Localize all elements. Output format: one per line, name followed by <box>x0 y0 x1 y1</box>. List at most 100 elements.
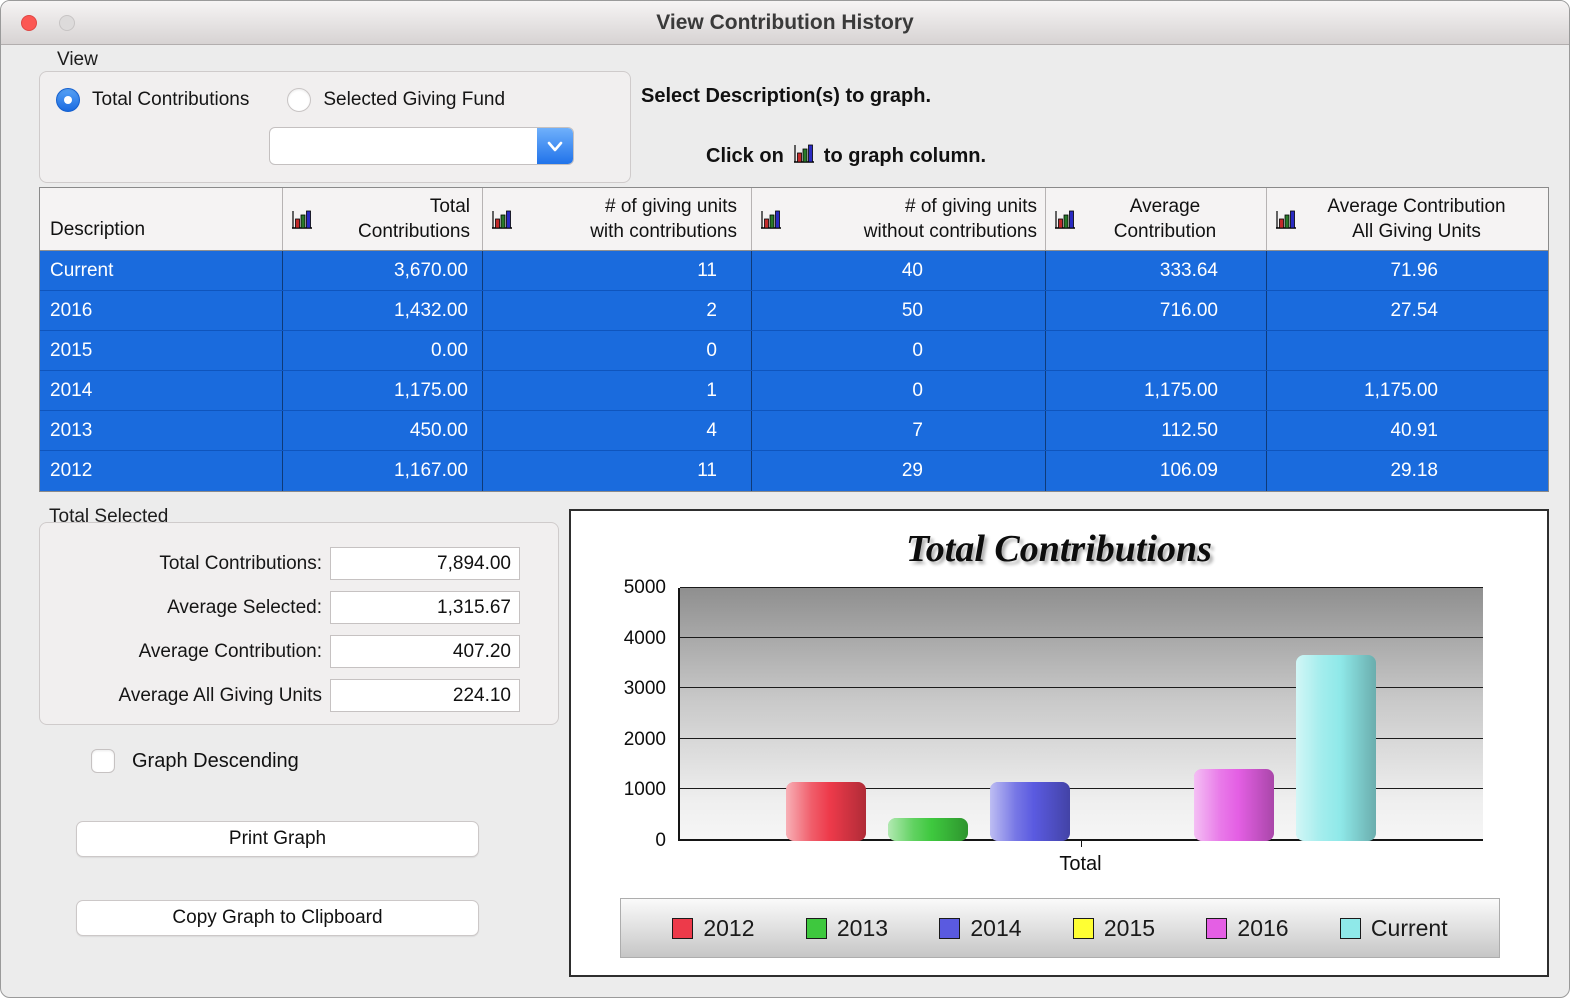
table-row[interactable]: 20121,167.001129106.0929.18 <box>40 451 1548 491</box>
table-row[interactable]: 20161,432.00250716.0027.54 <box>40 291 1548 331</box>
table-header-row: DescriptionTotalContributions# of giving… <box>40 188 1548 251</box>
column-header: Average ContributionAll Giving Units <box>1266 188 1548 250</box>
cell-total: 0.00 <box>282 331 482 370</box>
bar-shine <box>1194 769 1274 841</box>
legend-swatch <box>1073 918 1094 939</box>
bar-shine <box>888 818 968 841</box>
legend-item-2016: 2016 <box>1206 915 1288 942</box>
window-title: View Contribution History <box>1 1 1569 45</box>
cell-description: 2015 <box>40 331 282 370</box>
cell-total: 1,167.00 <box>282 451 482 491</box>
table-row[interactable]: 20141,175.00101,175.001,175.00 <box>40 371 1548 411</box>
bar-current <box>1296 655 1376 841</box>
print-graph-button[interactable]: Print Graph <box>76 821 479 857</box>
legend-label: 2016 <box>1237 915 1288 942</box>
cell-with_units: 1 <box>482 371 751 410</box>
radio-total-contributions[interactable] <box>56 88 80 112</box>
cell-without_units: 0 <box>751 371 1045 410</box>
cell-avg_all: 40.91 <box>1266 411 1548 450</box>
graph-column-icon[interactable] <box>1053 207 1077 231</box>
cell-avg <box>1045 331 1266 370</box>
totals-field-row: Total Contributions:7,894.00 <box>40 547 558 580</box>
view-group-caption: View <box>57 49 98 71</box>
radio-selected-giving-fund-label: Selected Giving Fund <box>323 89 505 111</box>
graph-column-icon[interactable] <box>1274 207 1298 231</box>
cell-description: 2013 <box>40 411 282 450</box>
legend-item-2012: 2012 <box>672 915 754 942</box>
graph-descending-label: Graph Descending <box>132 750 299 773</box>
column-header-label: # of giving unitswithout contributions <box>752 194 1045 244</box>
view-radio-row: Total Contributions Selected Giving Fund <box>56 88 531 112</box>
cell-avg_all: 29.18 <box>1266 451 1548 491</box>
chevron-down-icon[interactable] <box>537 128 573 164</box>
legend-swatch <box>672 918 693 939</box>
select-descriptions-instruction: Select Description(s) to graph. <box>641 85 931 108</box>
cell-total: 1,432.00 <box>282 291 482 330</box>
chart-legend: 2012 2013 2014 2015 2016 Current <box>620 898 1500 958</box>
totals-group: Total Contributions:7,894.00 Average Sele… <box>39 522 559 725</box>
column-header-label: # of giving unitswith contributions <box>483 194 751 244</box>
legend-item-current: Current <box>1340 915 1448 942</box>
totals-field-label: Average Selected: <box>40 597 330 619</box>
totals-field-label: Average All Giving Units <box>40 685 330 707</box>
y-tick-label: 4000 <box>624 628 666 650</box>
graph-column-icon[interactable] <box>759 207 783 231</box>
cell-avg: 112.50 <box>1045 411 1266 450</box>
totals-field-value: 224.10 <box>330 679 520 712</box>
totals-field-row: Average Selected:1,315.67 <box>40 591 558 624</box>
cell-description: 2014 <box>40 371 282 410</box>
table-row[interactable]: 20150.0000 <box>40 331 1548 371</box>
cell-avg: 716.00 <box>1045 291 1266 330</box>
cell-description: Current <box>40 251 282 290</box>
legend-item-2015: 2015 <box>1073 915 1155 942</box>
bar-2012 <box>786 782 866 841</box>
legend-label: 2014 <box>970 915 1021 942</box>
graph-column-icon[interactable] <box>490 207 514 231</box>
giving-fund-dropdown[interactable] <box>269 127 574 165</box>
cell-with_units: 4 <box>482 411 751 450</box>
bar-shine <box>786 782 866 841</box>
cell-avg_all <box>1266 331 1548 370</box>
column-header: # of giving unitswith contributions <box>482 188 751 250</box>
cell-avg_all: 71.96 <box>1266 251 1548 290</box>
radio-total-contributions-label: Total Contributions <box>92 89 249 111</box>
column-header-label: Average ContributionAll Giving Units <box>1267 194 1548 244</box>
y-tick-label: 2000 <box>624 729 666 751</box>
graph-column-icon <box>792 141 816 171</box>
table-row[interactable]: 2013450.0047112.5040.91 <box>40 411 1548 451</box>
cell-avg_all: 27.54 <box>1266 291 1548 330</box>
legend-label: 2012 <box>703 915 754 942</box>
plot-wrap: Total 010002000300040005000 <box>678 588 1483 841</box>
cell-with_units: 11 <box>482 251 751 290</box>
legend-swatch <box>939 918 960 939</box>
legend-label: 2013 <box>837 915 888 942</box>
column-header: # of giving unitswithout contributions <box>751 188 1045 250</box>
y-tick-label: 5000 <box>624 577 666 599</box>
cell-avg: 333.64 <box>1045 251 1266 290</box>
click-to-graph-instruction: Click on to graph column. <box>706 141 986 171</box>
radio-selected-giving-fund[interactable] <box>287 88 311 112</box>
column-header-label: AverageContribution <box>1046 194 1266 244</box>
bars <box>786 588 1376 841</box>
copy-graph-to-clipboard-button[interactable]: Copy Graph to Clipboard <box>76 900 479 936</box>
view-contribution-history-window: View Contribution History View Total Con… <box>0 0 1570 998</box>
column-header: TotalContributions <box>282 188 482 250</box>
y-tick-label: 0 <box>655 830 666 852</box>
cell-without_units: 0 <box>751 331 1045 370</box>
title-bar: View Contribution History <box>1 1 1569 45</box>
y-tick-label: 3000 <box>624 678 666 700</box>
totals-field-label: Total Contributions: <box>40 553 330 575</box>
bar-shine <box>990 782 1070 841</box>
totals-field-value: 1,315.67 <box>330 591 520 624</box>
cell-without_units: 29 <box>751 451 1045 491</box>
graph-column-icon[interactable] <box>290 207 314 231</box>
cell-avg: 106.09 <box>1045 451 1266 491</box>
column-header: AverageContribution <box>1045 188 1266 250</box>
cell-avg: 1,175.00 <box>1045 371 1266 410</box>
click-instruction-post: to graph column. <box>824 145 986 168</box>
legend-swatch <box>806 918 827 939</box>
graph-descending-row: Graph Descending <box>91 749 299 773</box>
graph-descending-checkbox[interactable] <box>91 749 115 773</box>
table-row[interactable]: Current3,670.001140333.6471.96 <box>40 251 1548 291</box>
bar-2016 <box>1194 769 1274 841</box>
